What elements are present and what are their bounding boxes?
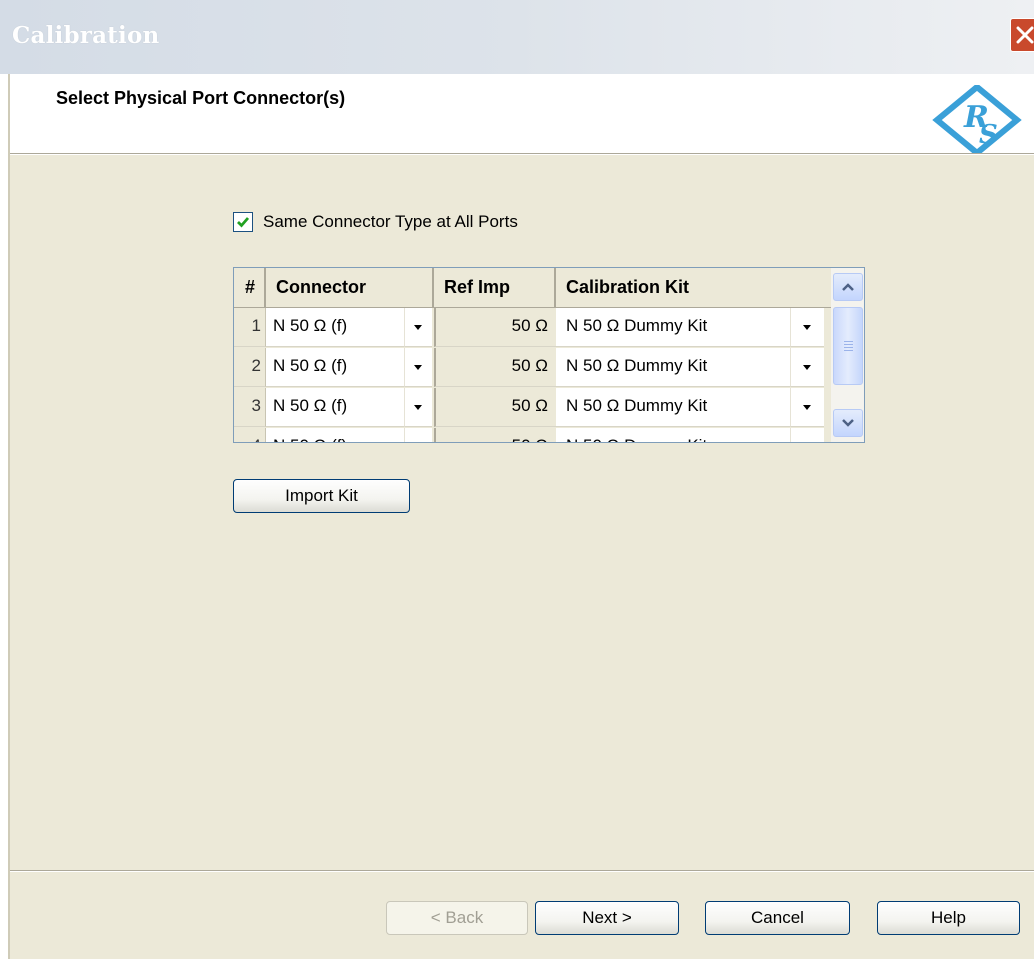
table-row: 1 N 50 Ω (f) 50 Ω N 50 Ω Dummy Kit xyxy=(234,308,834,348)
rohde-schwarz-logo: R S xyxy=(932,85,1022,155)
scroll-thumb[interactable] xyxy=(833,307,863,385)
cal-kit-dropdown-button[interactable] xyxy=(790,428,824,442)
row-number: 3 xyxy=(234,388,266,427)
connector-dropdown-button[interactable] xyxy=(404,348,432,387)
ref-imp-value: 50 Ω xyxy=(434,348,556,387)
row-number: 2 xyxy=(234,348,266,387)
scroll-down-button[interactable] xyxy=(833,409,863,437)
table-row: 2 N 50 Ω (f) 50 Ω N 50 Ω Dummy Kit xyxy=(234,348,834,388)
col-header-num: # xyxy=(234,268,266,308)
connector-select[interactable]: N 50 Ω (f) xyxy=(266,388,404,427)
close-icon xyxy=(1016,26,1034,44)
back-button[interactable]: < Back xyxy=(386,901,528,935)
connector-select[interactable]: N 50 Ω (f) xyxy=(266,428,404,442)
help-button[interactable]: Help xyxy=(877,901,1020,935)
cal-kit-dropdown-button[interactable] xyxy=(790,388,824,427)
next-button[interactable]: Next > xyxy=(535,901,679,935)
connector-dropdown-button[interactable] xyxy=(404,308,432,347)
col-header-cal-kit[interactable]: Calibration Kit xyxy=(556,268,831,308)
cal-kit-select[interactable]: N 50 Ω Dummy Kit xyxy=(556,308,790,347)
row-number: 1 xyxy=(234,308,266,347)
table-row: 3 N 50 Ω (f) 50 Ω N 50 Ω Dummy Kit xyxy=(234,388,834,428)
title-bar: Calibration xyxy=(0,0,1034,74)
footer-separator xyxy=(10,870,1034,872)
svg-text:S: S xyxy=(979,120,998,150)
cal-kit-select[interactable]: N 50 Ω Dummy Kit xyxy=(556,388,790,427)
chevron-down-icon xyxy=(803,325,811,330)
close-button[interactable] xyxy=(1010,18,1034,52)
col-header-connector[interactable]: Connector xyxy=(266,268,434,308)
cal-kit-select[interactable]: N 50 Ω Dummy Kit xyxy=(556,348,790,387)
cancel-button[interactable]: Cancel xyxy=(705,901,850,935)
chevron-down-icon xyxy=(803,405,811,410)
chevron-down-icon xyxy=(842,419,854,427)
chevron-up-icon xyxy=(842,283,854,291)
ref-imp-value: 50 Ω xyxy=(434,388,556,427)
connector-select[interactable]: N 50 Ω (f) xyxy=(266,348,404,387)
scroll-up-button[interactable] xyxy=(833,273,863,301)
connector-dropdown-button[interactable] xyxy=(404,388,432,427)
chevron-down-icon xyxy=(414,365,422,370)
table-row: 4 N 50 Ω (f) 50 Ω N 50 Ω Dummy Kit xyxy=(234,428,834,442)
window-title: Calibration xyxy=(12,22,160,49)
connector-dropdown-button[interactable] xyxy=(404,428,432,442)
same-connector-checkbox[interactable] xyxy=(233,212,253,232)
cal-kit-dropdown-button[interactable] xyxy=(790,308,824,347)
port-connector-grid[interactable]: # Connector Ref Imp Calibration Kit 1 N … xyxy=(233,267,865,443)
col-header-ref-imp[interactable]: Ref Imp xyxy=(434,268,556,308)
wizard-header: Select Physical Port Connector(s) R S xyxy=(10,74,1034,155)
chevron-down-icon xyxy=(414,405,422,410)
chevron-down-icon xyxy=(414,325,422,330)
cal-kit-dropdown-button[interactable] xyxy=(790,348,824,387)
same-connector-label: Same Connector Type at All Ports xyxy=(263,212,518,231)
checkmark-icon xyxy=(237,217,250,228)
row-number: 4 xyxy=(234,428,266,442)
grid-vertical-scrollbar[interactable] xyxy=(831,268,864,442)
header-separator xyxy=(10,153,1034,155)
import-kit-button[interactable]: Import Kit xyxy=(233,479,410,513)
ref-imp-value: 50 Ω xyxy=(434,308,556,347)
ref-imp-value: 50 Ω xyxy=(434,428,556,442)
connector-select[interactable]: N 50 Ω (f) xyxy=(266,308,404,347)
cal-kit-select[interactable]: N 50 Ω Dummy Kit xyxy=(556,428,790,442)
page-title: Select Physical Port Connector(s) xyxy=(56,88,346,108)
chevron-down-icon xyxy=(803,365,811,370)
